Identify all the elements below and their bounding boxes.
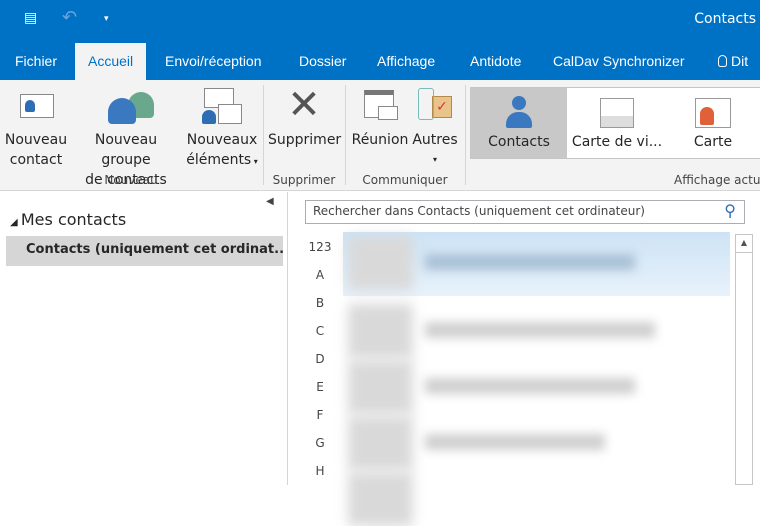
contact-name-blurred [425, 254, 635, 270]
tab-fichier[interactable]: Fichier [2, 43, 70, 80]
new-contact-label-2: contact [9, 152, 63, 168]
view-business-card-label: Carte de vi... [571, 134, 663, 150]
letter-a[interactable]: A [300, 268, 340, 282]
contact-row[interactable] [343, 300, 730, 358]
search-placeholder: Rechercher dans Contacts (uniquement cet… [313, 204, 645, 218]
tab-affichage[interactable]: Affichage [364, 43, 448, 80]
meeting-button[interactable]: Réunion [350, 86, 410, 150]
contact-card-icon [4, 86, 68, 124]
delete-button[interactable]: ✕ Supprimer [268, 82, 342, 150]
scroll-up-icon[interactable]: ▲ [736, 235, 752, 253]
contact-group-icon [70, 86, 182, 124]
contact-photo-blurred [348, 236, 413, 290]
contact-photo-blurred [348, 360, 413, 414]
tab-envoi-reception[interactable]: Envoi/réception [152, 43, 275, 80]
group-separator [345, 85, 346, 185]
new-items-label-2: éléments [186, 152, 252, 168]
tab-caldav[interactable]: CalDav Synchronizer [540, 43, 698, 80]
new-contact-button[interactable]: Nouveau contact [4, 86, 68, 170]
new-items-button[interactable]: Nouveaux éléments ▾ [186, 86, 258, 172]
customize-quick-access-icon[interactable]: ▾ [104, 14, 109, 24]
contact-name-blurred [425, 378, 635, 394]
vertical-scrollbar[interactable]: ▲ [735, 234, 753, 485]
folder-pane: ◀ ◢ Mes contacts Contacts (uniquement ce… [0, 192, 288, 485]
ribbon-tabs: Fichier Accueil Envoi/réception Dossier … [0, 43, 760, 80]
view-contacts[interactable]: Contacts [471, 88, 567, 158]
new-contact-label-1: Nouveau [4, 132, 68, 148]
contact-photo-blurred [348, 304, 413, 358]
new-items-icon [186, 86, 258, 124]
tab-accueil[interactable]: Accueil [75, 43, 147, 80]
group-label-supprimer: Supprimer [272, 173, 336, 187]
letter-f[interactable]: F [300, 408, 340, 422]
other-button[interactable]: ✓ Autres ▾ [410, 86, 460, 170]
new-items-label-1: Nouveaux [186, 132, 258, 148]
contact-row[interactable] [343, 468, 730, 526]
group-separator [465, 85, 466, 185]
my-contacts-label: Mes contacts [20, 210, 127, 229]
delete-x-icon: ✕ [287, 82, 321, 128]
expand-triangle-icon: ◢ [10, 217, 21, 228]
letter-c[interactable]: C [300, 324, 340, 338]
tab-antidote[interactable]: Antidote [457, 43, 534, 80]
meeting-calendar-icon [350, 86, 410, 124]
lightbulb-icon [718, 55, 727, 67]
search-contacts-input[interactable]: Rechercher dans Contacts (uniquement cet… [305, 200, 745, 224]
collapse-pane-icon[interactable]: ◀ [266, 196, 274, 207]
search-icon[interactable]: ⚲ [724, 201, 736, 220]
other-label: Autres [412, 132, 458, 148]
meeting-label: Réunion [351, 132, 409, 148]
group-label-nouveau: Nouveau [104, 173, 158, 187]
contact-photo-blurred [348, 472, 413, 526]
tell-me[interactable]: Dit [716, 43, 750, 80]
contact-name-blurred [425, 322, 655, 338]
letter-e[interactable]: E [300, 380, 340, 394]
dropdown-arrow-icon: ▾ [251, 157, 258, 166]
group-label-communiquer: Communiquer [362, 173, 448, 187]
other-communicate-icon: ✓ [410, 86, 460, 124]
view-card[interactable]: Carte [665, 88, 760, 158]
current-view-gallery: Contacts Carte de vi... Carte [470, 87, 760, 159]
outlook-app-icon[interactable]: ▤ [24, 10, 37, 26]
card-icon [695, 98, 731, 128]
dropdown-arrow-icon: ▾ [432, 155, 437, 164]
delete-label: Supprimer [268, 132, 342, 148]
window-title: Contacts [694, 11, 756, 27]
contact-row[interactable] [343, 356, 730, 414]
tell-me-label: Dit [731, 53, 749, 69]
contact-row[interactable] [343, 232, 730, 296]
tab-dossier[interactable]: Dossier [286, 43, 359, 80]
letter-123[interactable]: 123 [300, 240, 340, 254]
view-business-card[interactable]: Carte de vi... [569, 88, 665, 158]
undo-icon[interactable]: ↶ [62, 7, 77, 28]
business-card-icon [600, 98, 634, 128]
ribbon: Nouveau contact Nouveau groupe de contac… [0, 80, 760, 191]
folder-contacts[interactable]: Contacts (uniquement cet ordinat... [6, 236, 283, 266]
view-card-label: Carte [693, 134, 733, 150]
letter-b[interactable]: B [300, 296, 340, 310]
contact-photo-blurred [348, 416, 413, 470]
title-bar: ▤ ↶ ▾ Contacts [0, 0, 760, 43]
letter-h[interactable]: H [300, 464, 340, 478]
group-separator [263, 85, 264, 185]
person-icon [504, 96, 534, 130]
contact-name-blurred [425, 434, 605, 450]
letter-d[interactable]: D [300, 352, 340, 366]
new-group-label-1: Nouveau groupe [94, 132, 158, 168]
group-label-affichage: Affichage actue [674, 173, 760, 187]
view-contacts-label: Contacts [488, 134, 550, 150]
contact-row[interactable] [343, 412, 730, 470]
letter-g[interactable]: G [300, 436, 340, 450]
my-contacts-header[interactable]: ◢ Mes contacts [10, 210, 126, 229]
